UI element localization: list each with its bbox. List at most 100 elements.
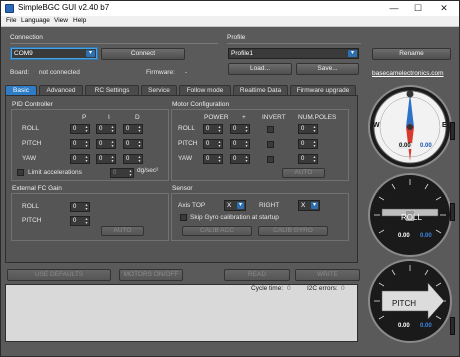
roll-gauge-label: ROLL [401,213,422,222]
spinner-arrows-icon[interactable]: ▲ ▼ [312,155,317,163]
motor-pitch-invert-checkbox[interactable] [267,141,274,148]
spinner-arrows-icon[interactable]: ▲ ▼ [217,140,222,148]
motor-auto-button[interactable]: AUTO [282,168,325,178]
spinner-arrows-icon[interactable]: ▲ ▼ [137,125,142,133]
spinner-arrows-icon[interactable]: ▲ ▼ [312,140,317,148]
pid-roll-i[interactable]: 0 ▲ ▼ [96,124,116,134]
pid-pitch-i[interactable]: 0 ▲ ▼ [96,139,116,149]
pitch-level-bar [450,317,455,335]
close-button[interactable]: ✕ [433,2,455,15]
write-button[interactable]: WRITE [295,269,360,281]
pitch-gauge-label: PITCH [392,299,416,308]
external-fc-auto-button[interactable]: AUTO [101,226,144,236]
spinner-arrows-icon[interactable]: ▲ ▼ [217,125,222,133]
profile-value: Profile1 [231,50,254,57]
i2c-errors-value: 0 [341,285,345,292]
pid-yaw-i[interactable]: 0 ▲ ▼ [96,154,116,164]
menu-help[interactable]: Help [73,17,86,24]
spinner-arrows-icon[interactable]: ▲ ▼ [244,140,249,148]
pid-row-roll: ROLL [22,125,39,132]
tab-firmware-upgrade[interactable]: Firmware upgrade [290,85,356,95]
motor-yaw-invert-checkbox[interactable] [267,156,274,163]
read-button[interactable]: READ [224,269,290,281]
save-button[interactable]: Save... [296,63,359,75]
spinner-arrows-icon[interactable]: ▲ ▼ [137,155,142,163]
skip-gyro-checkbox[interactable] [180,214,187,221]
motor-roll-power[interactable]: 0 ▲ ▼ [203,124,223,134]
menu-language[interactable]: Language [21,17,50,24]
external-fc-pitch-input[interactable]: 0 ▲ ▼ [70,216,90,226]
axis-top-select[interactable]: X ▾ [224,200,246,211]
motors-on-off-button[interactable]: MOTORS ON/OFF [119,269,183,281]
right-select[interactable]: X ▾ [298,200,320,211]
pid-section-label: PID Controller [12,101,53,108]
external-fc-row-pitch: PITCH [22,217,42,224]
spinner-arrows-icon[interactable]: ▲ ▼ [84,217,89,225]
pid-roll-d[interactable]: 0 ▲ ▼ [123,124,143,134]
motor-pitch-poles[interactable]: 0 ▲ ▼ [298,139,318,149]
port-value: COM9 [14,50,33,57]
pid-yaw-p[interactable]: 0 ▲ ▼ [70,154,90,164]
spinner-arrows-icon[interactable]: ▲ ▼ [110,125,115,133]
website-link[interactable]: basecamelectronics.com [372,70,444,77]
limit-accelerations-input[interactable]: 0 ▲ ▼ [110,168,134,178]
connect-button[interactable]: Connect [101,48,185,60]
use-defaults-button[interactable]: USE DEFAULTS [7,269,111,281]
compass-dial-icon [373,90,447,164]
chevron-down-icon: ▾ [237,202,244,209]
spinner-arrows-icon[interactable]: ▲ ▼ [217,155,222,163]
pid-roll-p[interactable]: 0 ▲ ▼ [70,124,90,134]
spinner-arrows-icon[interactable]: ▲ ▼ [84,140,89,148]
motor-yaw-poles[interactable]: 0 ▲ ▼ [298,154,318,164]
i2c-errors-label: I2C errors: [307,285,338,292]
spinner-arrows-icon[interactable]: ▲ ▼ [84,203,89,211]
tab-service[interactable]: Service [141,85,177,95]
minimize-button[interactable]: — [383,2,405,15]
spinner-arrows-icon[interactable]: ▲ ▼ [244,155,249,163]
tab-follow-mode[interactable]: Follow mode [179,85,231,95]
spinner-arrows-icon[interactable]: ▲ ▼ [244,125,249,133]
pid-pitch-p[interactable]: 0 ▲ ▼ [70,139,90,149]
pid-yaw-d[interactable]: 0 ▲ ▼ [123,154,143,164]
calib-gyro-button[interactable]: CALIB GYRO [258,226,328,236]
spinner-arrows-icon[interactable]: ▲ ▼ [84,155,89,163]
tab-realtime-data[interactable]: Realtime Data [233,85,288,95]
port-select[interactable]: COM9 ▾ [11,48,97,59]
menu-view[interactable]: View [54,17,68,24]
pid-col-p: P [82,114,87,121]
compass-level-bar [450,122,455,140]
tab-rc-settings[interactable]: RC Settings [85,85,139,95]
spinner-arrows-icon[interactable]: ▲ ▼ [110,155,115,163]
motor-pitch-plus[interactable]: 0 ▲ ▼ [230,139,250,149]
compass-value-1: 0.00 [398,143,412,149]
external-fc-roll-input[interactable]: 0 ▲ ▼ [70,202,90,212]
motor-row-pitch: PITCH [178,140,198,147]
maximize-button[interactable]: ☐ [407,2,429,15]
calib-acc-button[interactable]: CALIB ACC [182,226,252,236]
compass-value-2: 0.00 [420,143,432,149]
spinner-arrows-icon[interactable]: ▲ ▼ [110,140,115,148]
motor-yaw-power[interactable]: 0 ▲ ▼ [203,154,223,164]
rename-button[interactable]: Rename [372,48,451,60]
pid-pitch-d[interactable]: 0 ▲ ▼ [123,139,143,149]
motor-roll-invert-checkbox[interactable] [267,126,274,133]
pitch-gauge: PITCH 0.00 0.00 [368,259,452,343]
spinner-arrows-icon[interactable]: ▲ ▼ [128,169,133,177]
tab-advanced[interactable]: Advanced [39,85,83,95]
motor-section-label: Motor Configuration [172,101,230,108]
load-button[interactable]: Load... [228,63,292,75]
motor-roll-plus[interactable]: 0 ▲ ▼ [230,124,250,134]
pitch-value-1: 0.00 [398,323,410,329]
right-label: RIGHT [259,202,280,209]
motor-pitch-power[interactable]: 0 ▲ ▼ [203,139,223,149]
spinner-arrows-icon[interactable]: ▲ ▼ [84,125,89,133]
motor-col-invert: INVERT [262,114,286,121]
motor-roll-poles[interactable]: 0 ▲ ▼ [298,124,318,134]
tab-basic[interactable]: Basic [5,85,37,95]
limit-accelerations-checkbox[interactable] [17,169,24,176]
menu-file[interactable]: File [6,17,16,24]
motor-yaw-plus[interactable]: 0 ▲ ▼ [230,154,250,164]
spinner-arrows-icon[interactable]: ▲ ▼ [312,125,317,133]
spinner-arrows-icon[interactable]: ▲ ▼ [137,140,142,148]
profile-select[interactable]: Profile1 ▾ [228,48,359,59]
